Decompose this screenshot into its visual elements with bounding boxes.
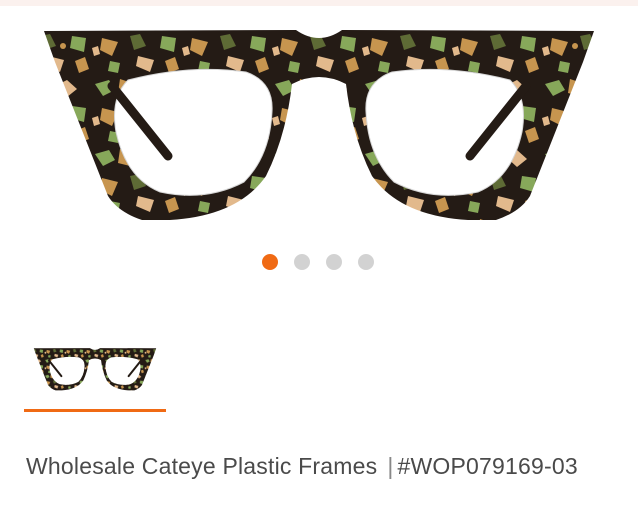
thumbnail-item[interactable]	[24, 330, 166, 412]
carousel-dot[interactable]	[326, 254, 342, 270]
carousel-dot[interactable]	[358, 254, 374, 270]
title-separator: |	[387, 453, 394, 479]
product-name: Wholesale Cateye Plastic Frames	[26, 453, 378, 479]
thumbnail-selected-indicator	[24, 409, 166, 412]
thumbnail-glasses-image	[33, 348, 157, 391]
glasses-image	[44, 30, 594, 220]
product-sku: #WOP079169-03	[397, 453, 578, 479]
thumbnail-strip	[24, 330, 166, 412]
product-page: Wholesale Cateye Plastic Frames | #WOP0791…	[0, 0, 638, 510]
product-title: Wholesale Cateye Plastic Frames | #WOP0791…	[26, 453, 616, 479]
carousel-dot[interactable]	[294, 254, 310, 270]
carousel-dot[interactable]	[262, 254, 278, 270]
product-main-image[interactable]	[0, 6, 638, 242]
image-carousel-indicators	[262, 254, 374, 270]
